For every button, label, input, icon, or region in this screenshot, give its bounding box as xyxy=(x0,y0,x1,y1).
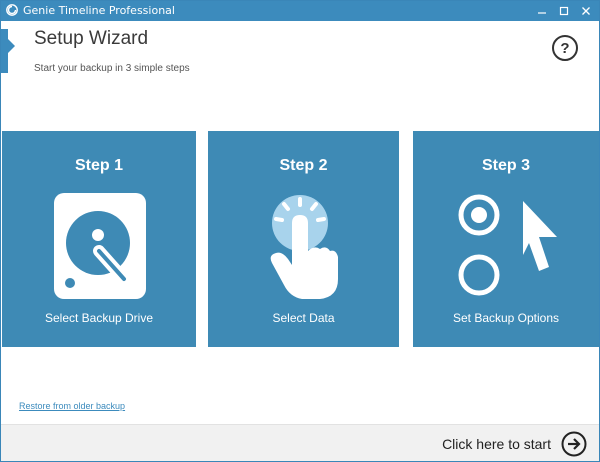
header-accent-bar xyxy=(1,29,8,73)
step-3-label: Set Backup Options xyxy=(452,311,560,325)
hard-drive-icon xyxy=(54,193,146,299)
header-accent-notch xyxy=(8,39,15,53)
window-title: Genie Timeline Professional xyxy=(23,4,175,17)
close-icon xyxy=(582,7,590,15)
step-2-heading: Step 2 xyxy=(279,157,328,174)
app-window: Genie Timeline Professional Setup Wizard… xyxy=(0,0,600,462)
start-button[interactable]: Click here to start xyxy=(442,430,587,458)
minimize-button[interactable] xyxy=(531,1,553,21)
step-1-heading: Step 1 xyxy=(74,157,123,174)
page-subtitle: Start your backup in 3 simple steps xyxy=(34,63,190,74)
minimize-icon xyxy=(538,12,546,14)
start-label: Click here to start xyxy=(442,436,551,452)
maximize-button[interactable] xyxy=(553,1,575,21)
step-3-heading: Step 3 xyxy=(481,157,530,174)
app-logo-icon xyxy=(6,4,18,16)
step-1-label: Select Backup Drive xyxy=(44,311,154,325)
step-1-tile[interactable]: Step 1 Select Backup Drive xyxy=(2,131,196,347)
help-icon: ? xyxy=(560,39,570,57)
step-2-label: Select Data xyxy=(272,311,335,325)
restore-older-backup-link[interactable]: Restore from older backup xyxy=(19,401,125,411)
page-title: Setup Wizard xyxy=(34,28,149,49)
title-bar[interactable]: Genie Timeline Professional xyxy=(1,1,599,21)
arrow-right-circle-icon xyxy=(561,431,587,457)
touch-hand-icon xyxy=(270,195,338,299)
maximize-icon xyxy=(559,6,569,16)
footer-bar: Click here to start xyxy=(1,424,599,461)
step-2-tile[interactable]: Step 2 Select Data xyxy=(208,131,399,347)
step-3-tile[interactable]: Step 3 Set Backup Options xyxy=(413,131,599,347)
close-button[interactable] xyxy=(575,1,597,21)
help-button[interactable]: ? xyxy=(552,35,578,61)
options-cursor-icon xyxy=(458,194,557,296)
